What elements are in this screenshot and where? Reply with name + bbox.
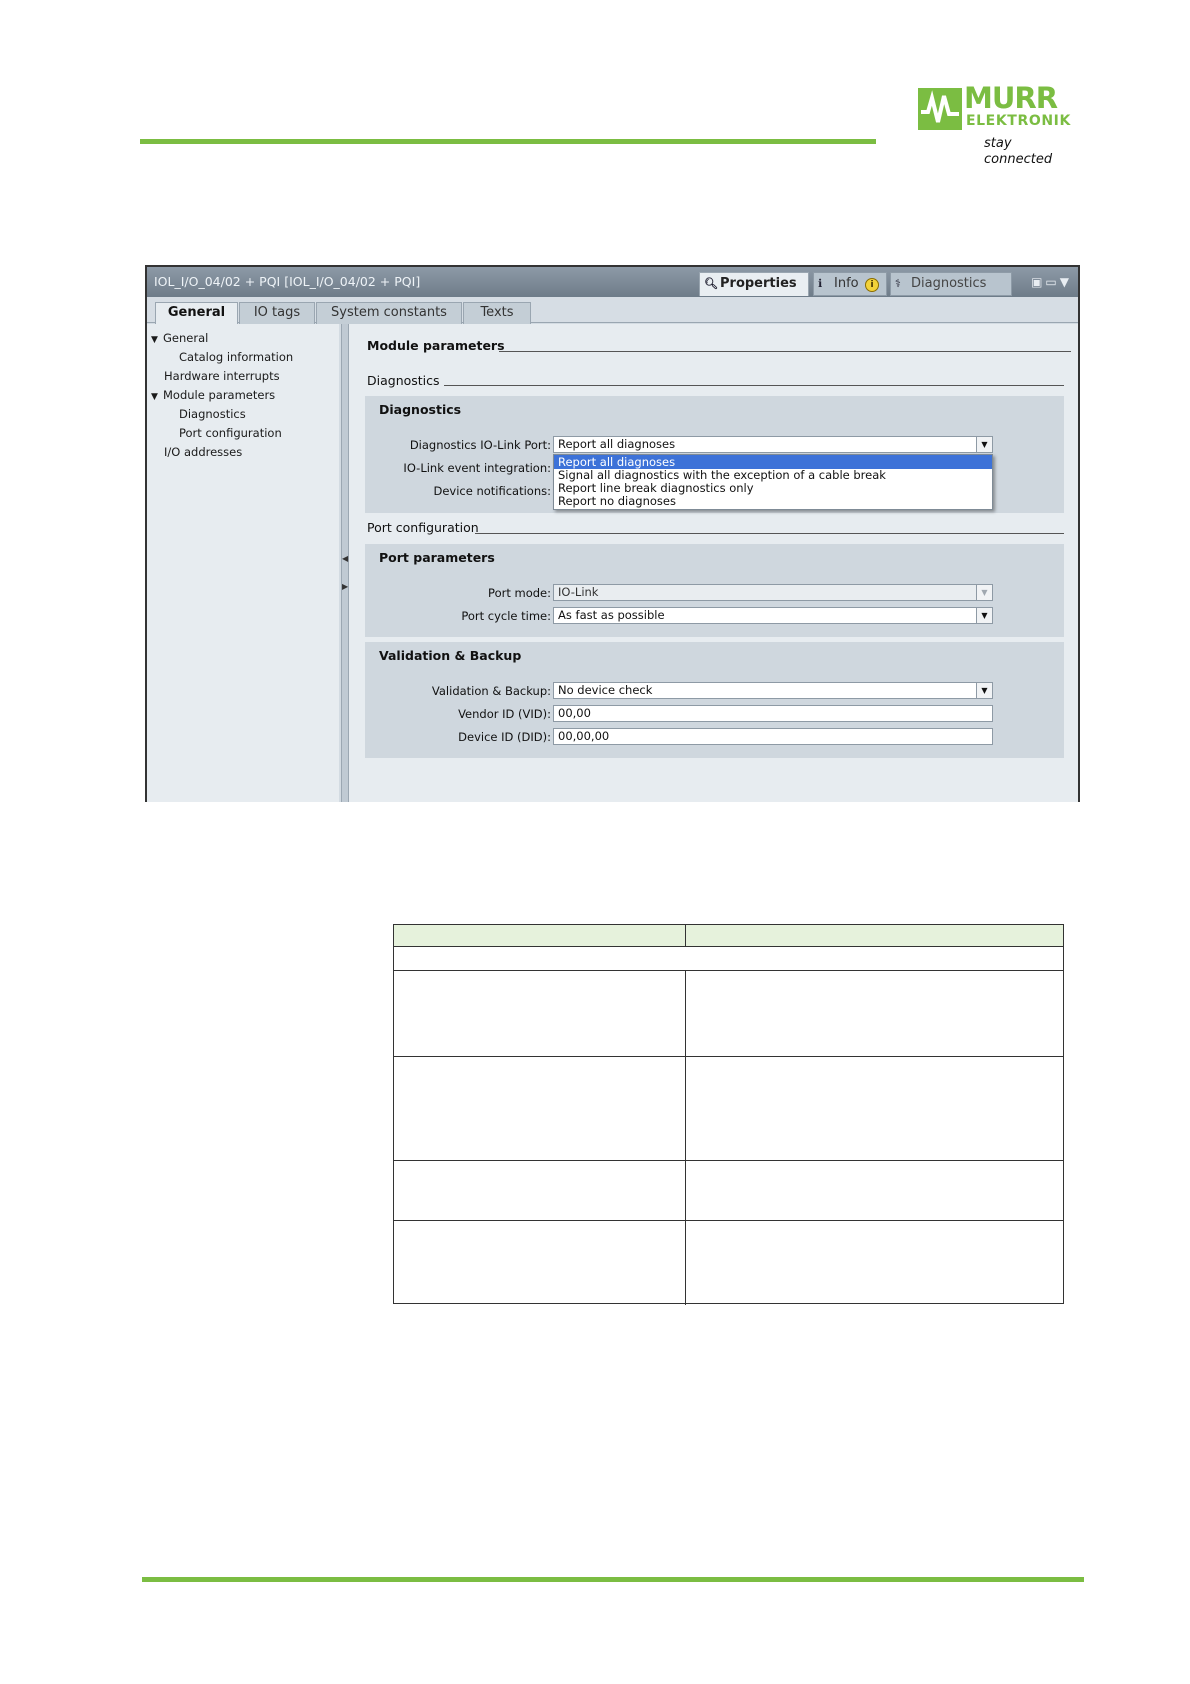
- tree-item-catalog-information[interactable]: Catalog information: [179, 349, 293, 365]
- validation-backup-group-title: Validation & Backup: [379, 648, 522, 663]
- port-cycle-time-label: Port cycle time:: [461, 609, 551, 623]
- window-titlebar: IOL_I/O_04/02 + PQI [IOL_I/O_04/02 + PQI…: [147, 267, 1078, 297]
- tree-item-general[interactable]: ▼ General: [151, 330, 208, 348]
- window-title: IOL_I/O_04/02 + PQI [IOL_I/O_04/02 + PQI…: [154, 274, 421, 289]
- table-row-divider: [394, 1220, 1063, 1221]
- restore-icon[interactable]: ▣: [1031, 275, 1045, 289]
- brand-logo: MURR ELEKTRONIK stay connected: [918, 82, 1078, 167]
- tree-splitter[interactable]: ◀ ▶: [341, 324, 349, 802]
- info-icon: ℹ: [818, 277, 823, 290]
- diagnostics-tab[interactable]: ⚕ Diagnostics: [890, 272, 1012, 296]
- iolink-event-integration-label: IO-Link event integration:: [403, 461, 551, 475]
- brand-subname: ELEKTRONIK: [966, 113, 1071, 129]
- port-cycle-time-select[interactable]: As fast as possible ▼: [553, 607, 993, 624]
- footer-rule: [142, 1577, 1084, 1582]
- collapse-left-icon[interactable]: ◀: [342, 552, 348, 566]
- minimize-icon[interactable]: ▭: [1045, 275, 1059, 289]
- navigation-tree: ▼ General Catalog information Hardware in…: [147, 324, 339, 802]
- chevron-down-icon[interactable]: ▼: [976, 437, 992, 452]
- tab-general[interactable]: General: [155, 302, 238, 325]
- port-mode-label: Port mode:: [488, 586, 551, 600]
- expand-right-icon[interactable]: ▶: [342, 580, 348, 594]
- tree-item-diagnostics[interactable]: Diagnostics: [179, 406, 246, 422]
- device-notifications-label: Device notifications:: [433, 484, 551, 498]
- tree-item-port-configuration[interactable]: Port configuration: [179, 425, 282, 441]
- dropdown-option[interactable]: Report no diagnoses: [554, 494, 992, 508]
- diagnostics-iolink-port-label: Diagnostics IO-Link Port:: [409, 438, 551, 452]
- port-parameters-group-title: Port parameters: [379, 550, 495, 565]
- port-parameters-group: Port parameters Port mode: IO-Link ▼ Por…: [365, 544, 1064, 637]
- chevron-down-icon[interactable]: ▼: [976, 608, 992, 623]
- diagnostics-iolink-port-select[interactable]: Report all diagnoses ▼: [553, 436, 993, 453]
- info-badge-icon: i: [865, 278, 879, 292]
- dropdown-option[interactable]: Report line break diagnostics only: [554, 481, 992, 495]
- table-row-divider: [394, 1160, 1063, 1161]
- diagnostics-group: Diagnostics Diagnostics IO-Link Port: Re…: [365, 396, 1064, 513]
- content-area: Module parameters Diagnostics Diagnostic…: [349, 324, 1078, 802]
- properties-tab[interactable]: 🔍︎ Properties: [699, 272, 809, 296]
- chevron-down-icon[interactable]: ▼: [976, 683, 992, 698]
- menu-down-icon[interactable]: ▼: [1060, 275, 1072, 289]
- brand-tagline: stay connected: [984, 136, 1053, 167]
- dropdown-option[interactable]: Report all diagnoses: [554, 455, 992, 469]
- device-id-input[interactable]: 00,00,00: [553, 728, 993, 745]
- validation-backup-group: Validation & Backup Validation & Backup:…: [365, 642, 1064, 758]
- properties-tab-label: Properties: [720, 276, 797, 291]
- validation-backup-label: Validation & Backup:: [431, 684, 551, 698]
- properties-icon: 🔍︎: [704, 277, 718, 290]
- tab-bar: General IO tags System constants Texts: [147, 297, 1078, 325]
- diagnostics-dropdown-list: Report all diagnoses Signal all diagnost…: [553, 454, 993, 510]
- vendor-id-label: Vendor ID (VID):: [458, 707, 551, 721]
- tab-texts[interactable]: Texts: [463, 302, 531, 324]
- table-header-divider: [685, 925, 686, 947]
- brand-name: MURR: [964, 81, 1058, 115]
- tree-item-hardware-interrupts[interactable]: Hardware interrupts: [164, 368, 280, 384]
- parameter-table: [393, 924, 1064, 1305]
- table-column-divider: [685, 970, 686, 1305]
- vendor-id-input[interactable]: 00,00: [553, 705, 993, 722]
- dropdown-option[interactable]: Signal all diagnostics with the exceptio…: [554, 468, 992, 482]
- port-mode-select: IO-Link ▼: [553, 584, 993, 601]
- murr-logo-icon: [918, 88, 962, 130]
- port-configuration-section-rule: [475, 533, 1064, 534]
- diagnostics-icon: ⚕: [895, 277, 901, 290]
- diagnostics-group-title: Diagnostics: [379, 402, 462, 417]
- diagnostics-section-title: Diagnostics: [367, 373, 440, 388]
- tree-item-module-parameters[interactable]: ▼ Module parameters: [151, 387, 275, 405]
- diagnostics-tab-label: Diagnostics: [911, 276, 987, 291]
- properties-window: IOL_I/O_04/02 + PQI [IOL_I/O_04/02 + PQI…: [145, 265, 1080, 802]
- chevron-down-icon: ▼: [976, 585, 992, 600]
- module-parameters-heading: Module parameters: [367, 338, 505, 353]
- heading-rule: [499, 351, 1071, 352]
- table-row-divider: [394, 1056, 1063, 1057]
- tab-io-tags[interactable]: IO tags: [239, 302, 315, 324]
- window-controls[interactable]: ▣▭▼: [1031, 275, 1072, 289]
- tree-item-io-addresses[interactable]: I/O addresses: [164, 444, 242, 460]
- tab-system-constants[interactable]: System constants: [316, 302, 462, 324]
- expand-arrow-icon[interactable]: ▼: [151, 332, 163, 348]
- diagnostics-section-rule: [444, 385, 1064, 386]
- header-rule: [140, 139, 876, 144]
- info-tab-label: Info: [834, 276, 859, 291]
- port-configuration-section-title: Port configuration: [367, 520, 479, 535]
- expand-arrow-icon[interactable]: ▼: [151, 389, 163, 405]
- device-id-label: Device ID (DID):: [458, 730, 551, 744]
- table-row-divider: [394, 970, 1063, 971]
- table-header: [394, 925, 1063, 947]
- validation-backup-select[interactable]: No device check ▼: [553, 682, 993, 699]
